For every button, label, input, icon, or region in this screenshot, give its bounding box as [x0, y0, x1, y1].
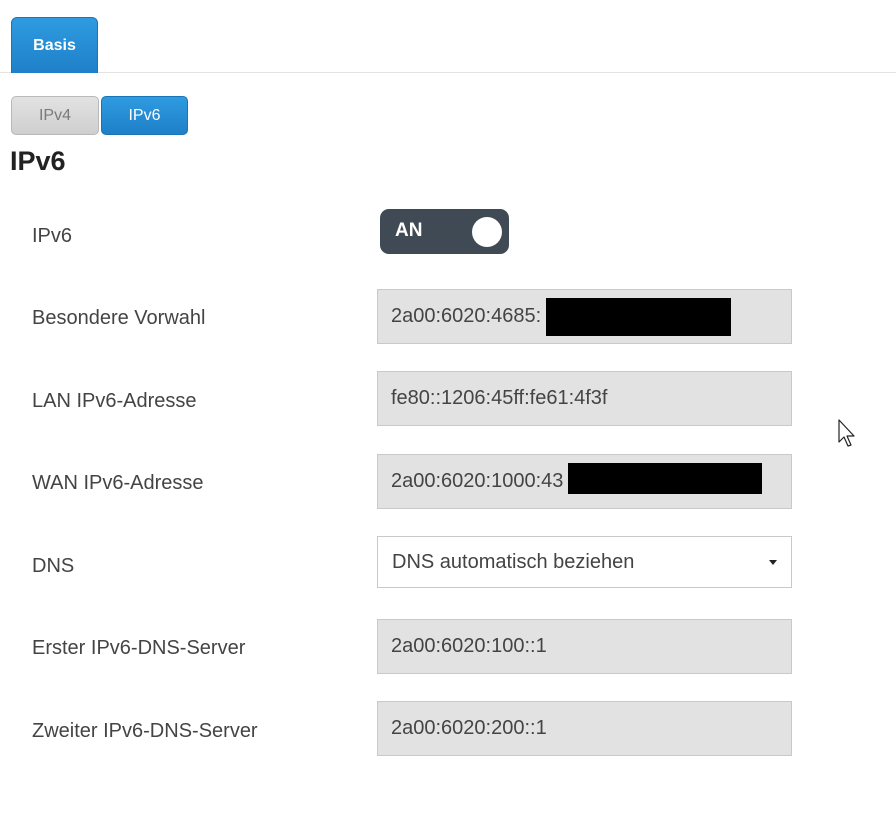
dns-select[interactable]: DNS automatisch beziehen — [377, 536, 792, 588]
lan-address-value: fe80::1206:45ff:fe61:4f3f — [391, 387, 608, 409]
dns1-label: Erster IPv6-DNS-Server — [32, 637, 246, 659]
dns-label: DNS — [32, 555, 75, 577]
subtab-ipv6[interactable]: IPv6 — [101, 96, 188, 135]
mouse-pointer-icon — [838, 419, 855, 447]
toggle-knob — [472, 217, 502, 247]
redaction-box — [568, 463, 762, 494]
ipv6-settings-page: Basis IPv4 IPv6 IPv6 IPv6 AN Besondere V… — [0, 0, 896, 826]
wan-address-label: WAN IPv6-Adresse — [32, 472, 204, 494]
lan-address-label: LAN IPv6-Adresse — [32, 390, 197, 412]
tab-basis[interactable]: Basis — [11, 17, 98, 73]
ipv6-label: IPv6 — [32, 225, 73, 247]
main-tab-bar: Basis — [0, 0, 896, 73]
prefix-label: Besondere Vorwahl — [32, 307, 206, 329]
dns1-field[interactable]: 2a00:6020:100::1 — [377, 619, 792, 674]
section-title: IPv6 — [10, 146, 66, 176]
wan-address-value: 2a00:6020:1000:43 — [391, 470, 564, 492]
dns2-label: Zweiter IPv6-DNS-Server — [32, 720, 258, 742]
dns2-field[interactable]: 2a00:6020:200::1 — [377, 701, 792, 756]
ipv6-toggle[interactable]: AN — [380, 209, 509, 254]
dns2-value: 2a00:6020:200::1 — [391, 717, 547, 739]
lan-address-field[interactable]: fe80::1206:45ff:fe61:4f3f — [377, 371, 792, 426]
prefix-value: 2a00:6020:4685: — [391, 305, 542, 327]
toggle-state-text: AN — [395, 220, 423, 241]
redaction-box — [546, 298, 731, 336]
dns-selected-value: DNS automatisch beziehen — [392, 550, 635, 573]
subtab-ipv4[interactable]: IPv4 — [11, 96, 99, 135]
dns1-value: 2a00:6020:100::1 — [391, 635, 547, 657]
caret-down-icon — [769, 560, 777, 565]
